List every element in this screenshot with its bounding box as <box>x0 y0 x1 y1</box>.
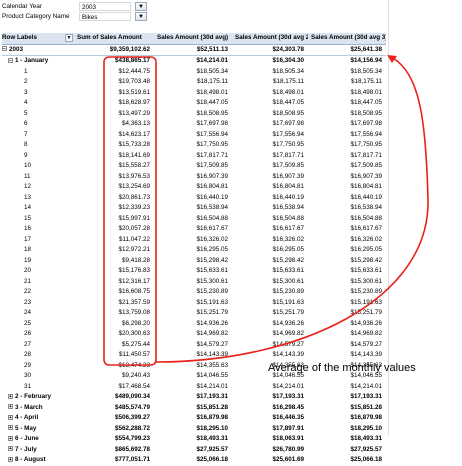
month-label-cell: +8 - August <box>2 455 80 466</box>
month-row: +8 - August $777,051.71 $25,066.18 $25,601.… <box>2 455 386 466</box>
value-cell: $777,051.71 <box>114 456 150 463</box>
value-cell: $27,925.57 <box>196 445 228 453</box>
month-label: 7 - July <box>15 445 37 453</box>
month-label: 8 - August <box>15 456 46 463</box>
value-cell: $25,066.18 <box>196 456 228 463</box>
expand-icon[interactable]: + <box>8 456 13 462</box>
value-cell: $25,601.69 <box>272 456 304 463</box>
expand-icon[interactable]: + <box>8 446 13 452</box>
highlight-box <box>103 56 157 366</box>
value-cell: $26,780.99 <box>272 445 304 453</box>
value-cell: $865,692.78 <box>114 445 150 453</box>
value-cell: $25,066.18 <box>350 456 382 463</box>
month-label: 6 - June <box>15 435 39 442</box>
value-cell: $27,925.57 <box>350 445 382 453</box>
annotation-arrow <box>155 57 429 363</box>
month-label-cell: +7 - July <box>2 445 80 456</box>
month-row: +7 - July $865,692.78 $27,925.57 $26,780.99… <box>2 445 386 456</box>
annotation-text: Average of the monthly values <box>268 362 416 374</box>
expand-icon[interactable]: + <box>8 435 13 441</box>
